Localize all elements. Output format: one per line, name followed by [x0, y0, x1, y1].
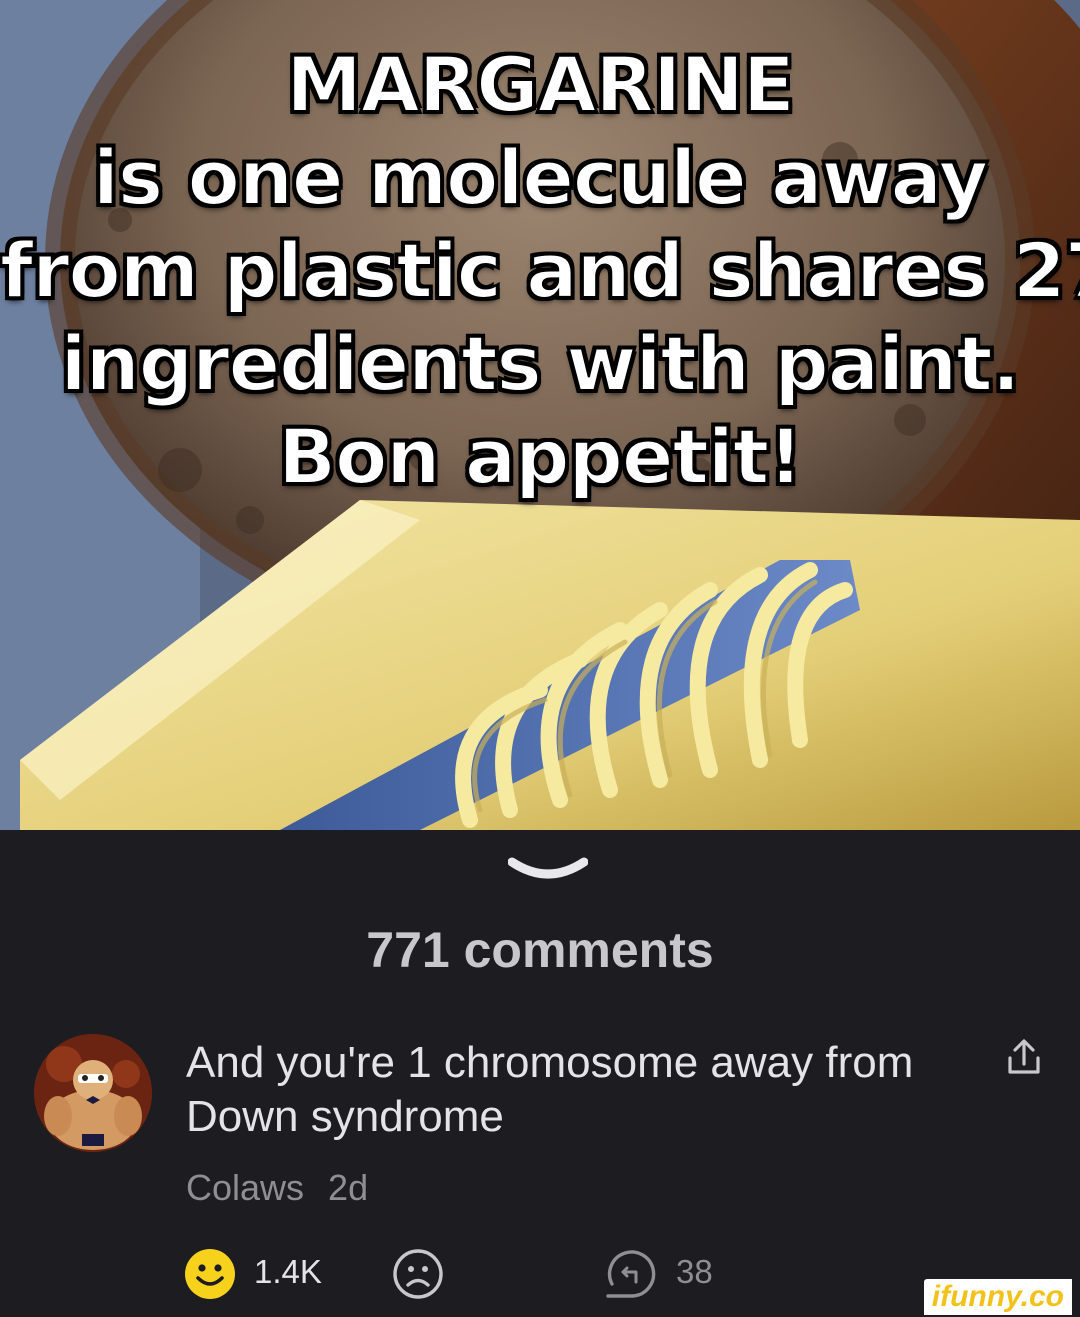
- like-count: 1.4K: [254, 1253, 322, 1290]
- ifunny-watermark: ifunny.co: [923, 1279, 1072, 1315]
- reply-icon[interactable]: [604, 1248, 660, 1300]
- frown-icon[interactable]: [392, 1248, 444, 1300]
- meme-line-2: is one molecule away: [92, 132, 989, 223]
- chevron-down-icon[interactable]: [508, 852, 588, 892]
- comment-actions: 1.4K 38: [0, 1244, 1080, 1300]
- comment-meta: Colaws 2d: [186, 1166, 368, 1210]
- meme-image[interactable]: MARGARINE is one molecule away from plas…: [0, 0, 1080, 830]
- share-icon[interactable]: [1006, 1038, 1042, 1076]
- smile-icon[interactable]: [184, 1248, 236, 1300]
- reply-count: 38: [676, 1253, 713, 1290]
- comments-count-title: 771 comments: [366, 922, 714, 978]
- comment-author[interactable]: Colaws: [186, 1167, 304, 1208]
- meme-line-3: from plastic and shares 27: [0, 225, 1080, 316]
- meme-line-1: MARGARINE: [285, 39, 796, 130]
- comment-age: 2d: [328, 1167, 369, 1208]
- meme-caption: MARGARINE is one molecule away from plas…: [0, 38, 1080, 503]
- meme-line-5: Bon appetit!: [277, 411, 804, 502]
- avatar[interactable]: [34, 1034, 152, 1152]
- comment-text: And you're 1 chromosome away from Down s…: [186, 1038, 914, 1141]
- meme-line-4: ingredients with paint.: [60, 318, 1022, 409]
- avatar-image: [34, 1034, 152, 1152]
